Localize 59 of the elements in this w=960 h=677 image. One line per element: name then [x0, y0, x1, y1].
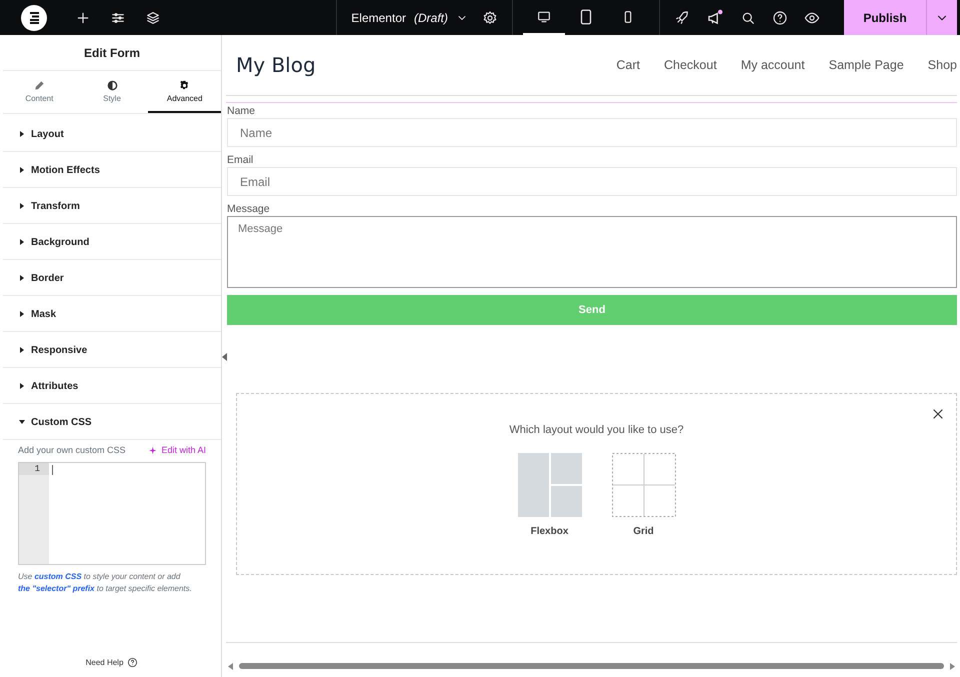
panel-tab[interactable]: Content [3, 71, 76, 113]
notifications-button[interactable] [706, 8, 724, 26]
help-text: Use custom CSS to style your content or add the "selector" prefix to target specific elements. [18, 571, 193, 594]
need-help-link[interactable]: Need Help [3, 651, 221, 674]
caret-icon [19, 383, 25, 389]
scroll-right-icon [950, 662, 955, 670]
code-editor[interactable]: 1 [18, 462, 206, 565]
nav-link[interactable]: Shop [928, 58, 957, 72]
document-title-menu[interactable]: Elementor (Draft) [351, 10, 468, 24]
elementor-logo[interactable] [21, 4, 47, 30]
panel-tab[interactable]: Style [76, 71, 148, 113]
panel-title: Edit Form [3, 35, 221, 71]
nav-link[interactable]: Cart [616, 58, 640, 72]
panel-tab[interactable]: Advanced [148, 71, 222, 113]
nav-link[interactable]: My account [740, 58, 805, 72]
layers-icon [144, 10, 160, 26]
layout-option[interactable]: Grid [612, 453, 676, 537]
layout-option[interactable]: Flexbox [518, 453, 582, 537]
help-icon [127, 657, 138, 668]
rocket-icon [674, 10, 690, 26]
caret-icon [19, 347, 25, 353]
caret-icon [19, 275, 25, 281]
caret-icon [19, 239, 25, 245]
scroll-left-icon [228, 662, 233, 670]
field-label: Message [227, 203, 271, 215]
input-field[interactable]: Name [227, 118, 957, 147]
edit-with-ai-link[interactable]: Edit with AI [149, 445, 206, 455]
grid-layout-icon [612, 453, 676, 517]
gear-icon [482, 10, 498, 26]
nav-link[interactable]: Checkout [664, 58, 717, 72]
help-link[interactable]: custom CSS [34, 572, 82, 581]
collapse-panel-button[interactable] [222, 353, 228, 361]
sparkle-icon [149, 446, 158, 454]
line-number: 1 [19, 463, 49, 475]
page-settings-button[interactable] [482, 10, 498, 26]
caret-icon [19, 131, 25, 137]
caret-icon [19, 167, 25, 173]
site-title: My Blog [236, 53, 316, 77]
caret-icon [19, 203, 25, 209]
gear-icon [179, 80, 190, 90]
publish-button[interactable]: Publish [844, 0, 926, 35]
message-field[interactable]: Message [227, 216, 957, 288]
contrast-icon [106, 80, 118, 90]
nav-link[interactable]: Sample Page [828, 58, 904, 72]
field-label: Add your own custom CSS [18, 445, 126, 455]
help-icon [772, 10, 788, 26]
scrollbar-thumb[interactable] [239, 663, 944, 669]
megaphone-icon [706, 8, 724, 26]
input-field[interactable]: Email [227, 167, 957, 196]
pencil-icon [34, 80, 45, 90]
field-label: Name [227, 105, 256, 117]
caret-icon [19, 311, 25, 317]
layout-question: Which layout would you like to use? [509, 424, 684, 436]
help-link[interactable]: the "selector" prefix [18, 584, 94, 593]
field-label: Email [227, 154, 254, 166]
help-button[interactable] [772, 10, 788, 26]
caret-icon [19, 419, 25, 425]
launch-button[interactable] [674, 10, 690, 26]
flexbox-layout-icon [518, 453, 582, 517]
